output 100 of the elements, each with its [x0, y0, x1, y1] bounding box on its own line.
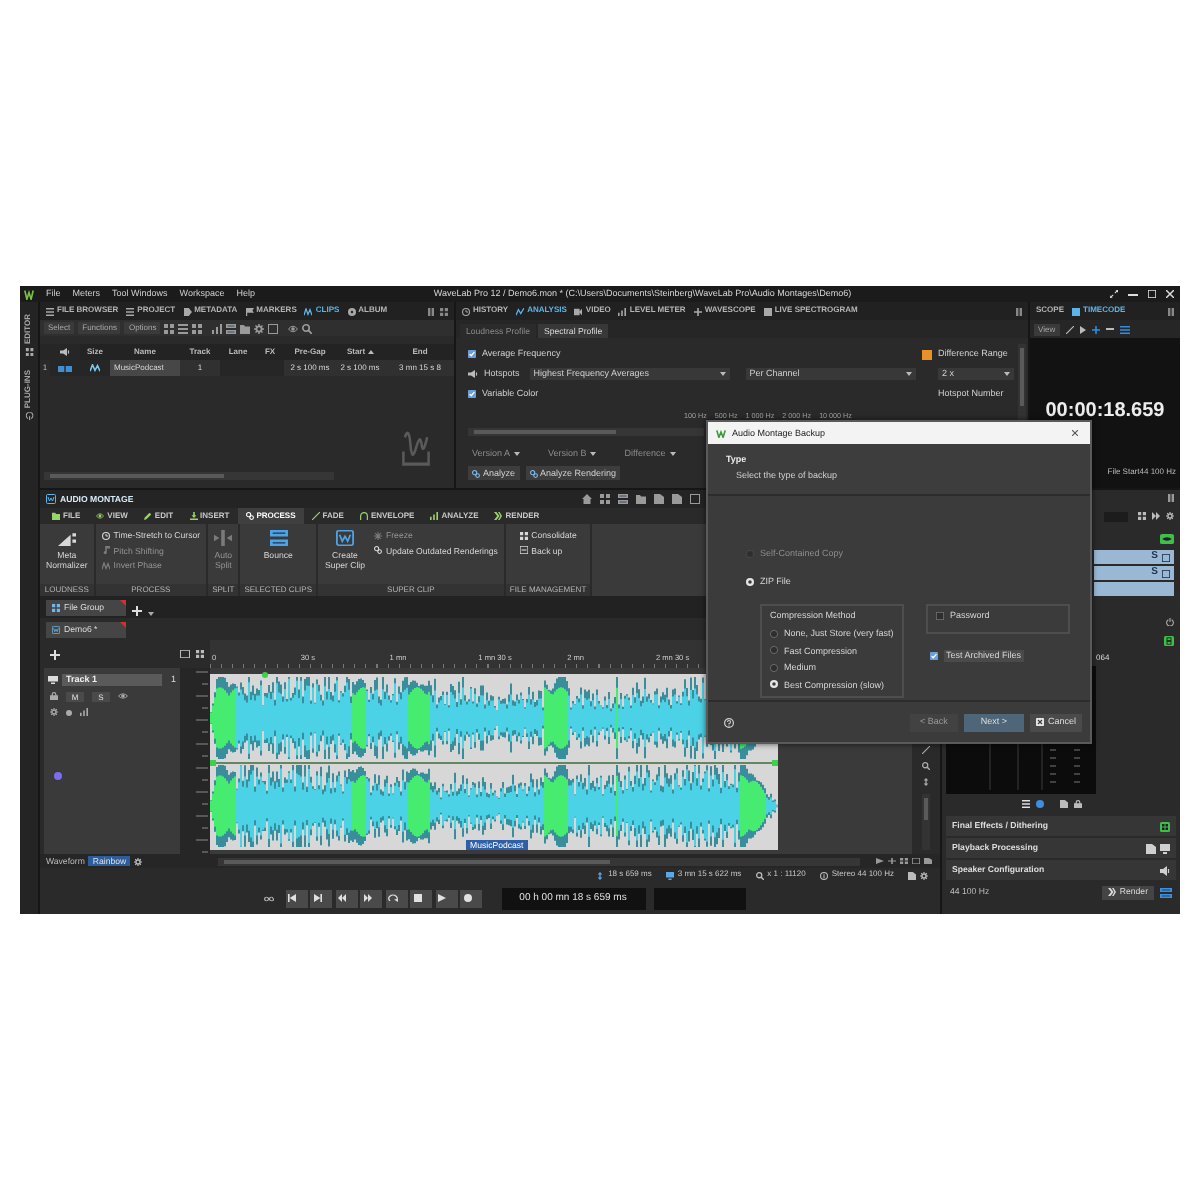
- transport-button[interactable]: [360, 889, 382, 907]
- tag-icon: [183, 307, 192, 315]
- bar-chart-icon[interactable]: [212, 323, 223, 333]
- pause-icon[interactable]: [1168, 307, 1174, 315]
- clock-icon: [462, 307, 470, 315]
- folder-icon[interactable]: [636, 494, 646, 504]
- square-icon[interactable]: [690, 494, 700, 504]
- speaker-icon[interactable]: [1160, 865, 1170, 875]
- speaker-icon[interactable]: [60, 348, 70, 356]
- search-icon[interactable]: [755, 871, 764, 879]
- clip-icon: [336, 530, 354, 546]
- stack-icon[interactable]: [618, 494, 628, 504]
- diagonal-line-icon[interactable]: [1065, 325, 1074, 333]
- gear-icon[interactable]: [920, 871, 928, 879]
- diagonal-line-icon[interactable]: [922, 746, 930, 754]
- grid-icon[interactable]: [192, 323, 203, 333]
- bar-chart-icon[interactable]: [80, 708, 88, 716]
- document-icon[interactable]: [1060, 800, 1068, 808]
- infinity-icon[interactable]: [264, 895, 274, 901]
- grid-icon[interactable]: [1160, 821, 1170, 831]
- speaker-icon[interactable]: [468, 370, 478, 378]
- list-icon[interactable]: [178, 323, 189, 333]
- maximize-icon[interactable]: [1148, 290, 1156, 298]
- radio-button[interactable]: [746, 578, 754, 586]
- dot-icon[interactable]: [262, 672, 268, 678]
- minus-icon[interactable]: [1105, 328, 1114, 330]
- grid-icon[interactable]: [196, 650, 204, 658]
- expand-icon[interactable]: [1110, 290, 1118, 298]
- volume-envelope[interactable]: [210, 759, 778, 765]
- radio-button[interactable]: [770, 646, 778, 655]
- dot-icon[interactable]: [66, 709, 72, 715]
- pause-icon[interactable]: [1168, 494, 1174, 502]
- list-icon[interactable]: [1022, 800, 1030, 808]
- search-icon[interactable]: [922, 762, 930, 770]
- plus-icon[interactable]: [132, 606, 142, 616]
- skip-to-end-icon: [313, 894, 321, 902]
- gears-icon: [245, 512, 254, 520]
- plus-icon: [693, 307, 702, 315]
- tile-icon[interactable]: [1164, 635, 1174, 645]
- square-icon[interactable]: [268, 323, 279, 333]
- transport-button[interactable]: [310, 889, 332, 907]
- transport-button[interactable]: [285, 889, 307, 907]
- caret-icon: [514, 452, 521, 456]
- play-icon[interactable]: [876, 858, 884, 864]
- gears-icon: [472, 469, 480, 477]
- grid-icon[interactable]: [1138, 512, 1146, 520]
- grid-icon[interactable]: [600, 494, 610, 504]
- transport-button[interactable]: [460, 889, 482, 907]
- eye-icon[interactable]: [288, 323, 299, 333]
- grid-icon[interactable]: [900, 858, 908, 864]
- monitor-icon[interactable]: [665, 871, 674, 879]
- horizontal-scrollbar[interactable]: [218, 857, 860, 865]
- vertical-scrollbar[interactable]: [922, 794, 930, 850]
- stack-icon[interactable]: [1160, 887, 1172, 897]
- color-swatch-icon[interactable]: [922, 349, 932, 359]
- square-icon[interactable]: [1162, 553, 1170, 561]
- minimize-icon[interactable]: [1128, 293, 1138, 295]
- home-icon[interactable]: [582, 494, 592, 504]
- power-icon[interactable]: [1166, 617, 1174, 625]
- split-icon: [214, 530, 233, 546]
- document-icon[interactable]: [1146, 843, 1156, 853]
- radio-button[interactable]: [770, 680, 778, 689]
- record-icon[interactable]: [1036, 800, 1044, 808]
- eye-icon[interactable]: [1160, 533, 1174, 543]
- monitor-icon[interactable]: [1160, 843, 1170, 853]
- list-icon[interactable]: [1119, 325, 1130, 333]
- square-icon[interactable]: [1162, 569, 1170, 577]
- stack-icon[interactable]: [226, 323, 237, 333]
- video-camera-icon: [574, 307, 583, 315]
- grid-icon[interactable]: [164, 323, 175, 333]
- transport-button[interactable]: [435, 889, 457, 907]
- play-icon: [438, 894, 446, 902]
- pause-icon[interactable]: [1016, 307, 1022, 315]
- horizontal-scrollbar[interactable]: [44, 472, 334, 480]
- fast-forward-icon[interactable]: [1152, 512, 1160, 520]
- transport-button[interactable]: [335, 889, 357, 907]
- transport-button[interactable]: [385, 889, 407, 907]
- plus-icon[interactable]: [50, 649, 60, 659]
- grid-icon[interactable]: [440, 307, 448, 315]
- radio-button[interactable]: [770, 629, 778, 638]
- vertical-arrows-icon[interactable]: [922, 778, 930, 786]
- play-icon[interactable]: [1079, 325, 1086, 333]
- radio-button[interactable]: [770, 663, 778, 672]
- gear-icon[interactable]: [134, 857, 143, 865]
- help-icon[interactable]: [724, 717, 734, 727]
- lock-icon[interactable]: [50, 692, 58, 700]
- gear-icon[interactable]: [254, 323, 265, 333]
- pause-icon[interactable]: [428, 307, 434, 315]
- transport-button[interactable]: [410, 889, 432, 907]
- info-icon[interactable]: [819, 871, 828, 879]
- checkbox[interactable]: [936, 612, 944, 620]
- horizontal-scrollbar[interactable]: [468, 428, 704, 436]
- eye-icon[interactable]: [118, 692, 128, 700]
- gear-icon[interactable]: [1166, 512, 1174, 520]
- gear-icon[interactable]: [50, 708, 58, 716]
- lock-icon[interactable]: [1074, 800, 1082, 808]
- close-icon[interactable]: [1072, 430, 1078, 436]
- monitor-icon[interactable]: [48, 676, 58, 684]
- search-icon[interactable]: [302, 323, 313, 333]
- dot-icon[interactable]: [54, 772, 62, 780]
